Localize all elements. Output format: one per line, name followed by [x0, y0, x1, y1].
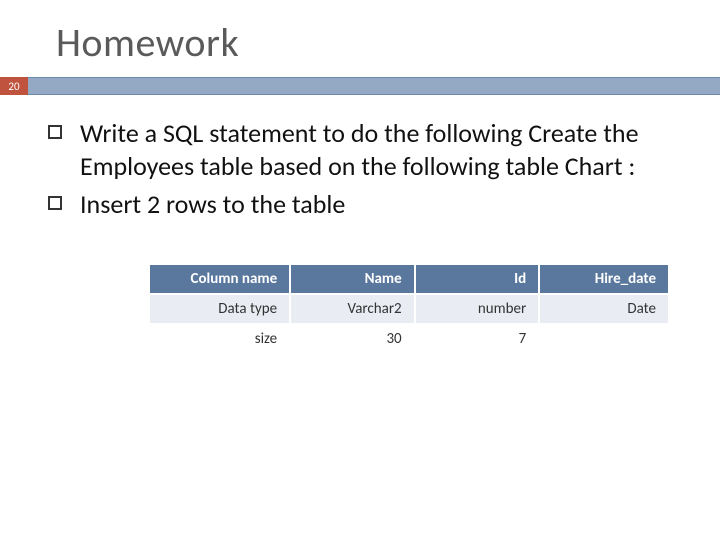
table-header-row: Column name Name Id Hire_date [150, 265, 669, 294]
bullet-text: Insert 2 rows to the table [80, 188, 345, 221]
slide-number-badge: 20 [0, 77, 28, 95]
page-title: Homework [56, 18, 720, 67]
divider-bar: 20 [0, 77, 720, 95]
schema-table: Column name Name Id Hire_date Data type … [150, 265, 670, 353]
table-header-cell: Name [290, 265, 415, 294]
table-cell: number [415, 294, 540, 324]
list-item: Insert 2 rows to the table [48, 188, 680, 221]
table-cell: Date [539, 294, 669, 324]
divider-fill [28, 77, 720, 95]
content-area: Write a SQL statement to do the followin… [0, 95, 720, 353]
table-cell: size [150, 324, 290, 353]
square-bullet-icon [48, 196, 62, 210]
table-cell: Data type [150, 294, 290, 324]
table-header-cell: Id [415, 265, 540, 294]
table-row: size 30 7 [150, 324, 669, 353]
table-cell: Varchar2 [290, 294, 415, 324]
table-header-cell: Hire_date [539, 265, 669, 294]
table-cell: 7 [415, 324, 540, 353]
table-header-cell: Column name [150, 265, 290, 294]
table-cell [539, 324, 669, 353]
list-item: Write a SQL statement to do the followin… [48, 117, 680, 184]
table-row: Data type Varchar2 number Date [150, 294, 669, 324]
table-cell: 30 [290, 324, 415, 353]
bullet-text: Write a SQL statement to do the followin… [80, 117, 680, 184]
square-bullet-icon [48, 125, 62, 139]
